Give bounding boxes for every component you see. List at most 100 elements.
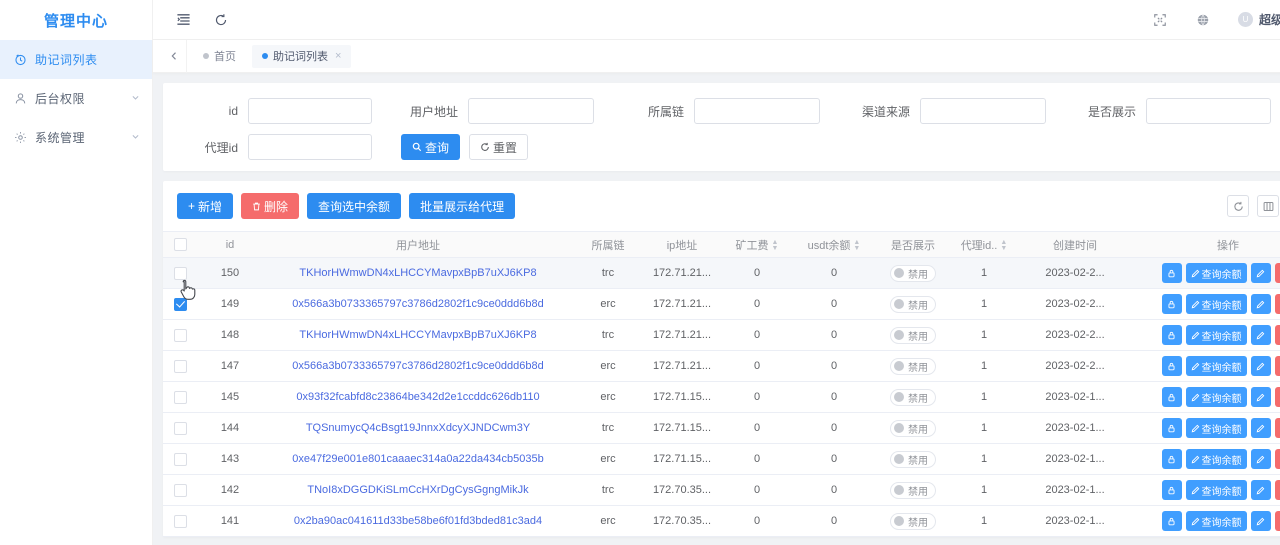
- search-button[interactable]: 查询: [401, 134, 460, 160]
- search-input-agent-id[interactable]: [248, 134, 372, 160]
- user-address-link[interactable]: TNoI8xDGGDKiSLmCcHXrDgCysGgngMikJk: [307, 484, 528, 496]
- search-input-is-show[interactable]: [1146, 98, 1271, 124]
- row-query-balance-button[interactable]: 查询余额: [1186, 263, 1247, 283]
- search-input-channel[interactable]: [920, 98, 1046, 124]
- query-selected-balance-button[interactable]: 查询选中余额: [307, 193, 401, 219]
- row-query-balance-button[interactable]: 查询余额: [1186, 356, 1247, 376]
- sort-arrows-icon[interactable]: ▲▼: [853, 240, 860, 252]
- row-query-balance-button[interactable]: 查询余额: [1186, 294, 1247, 314]
- row-checkbox[interactable]: [174, 298, 187, 311]
- search-input-chain[interactable]: [694, 98, 820, 124]
- search-input-user-address[interactable]: [468, 98, 594, 124]
- row-lock-button[interactable]: [1162, 480, 1182, 500]
- refresh-icon[interactable]: [1227, 195, 1249, 217]
- user-address-link[interactable]: 0x566a3b0733365797c3786d2802f1c9ce0ddd6b…: [292, 298, 543, 310]
- row-edit-button[interactable]: [1251, 449, 1271, 469]
- cell-user-address[interactable]: 0xe47f29e001e801caaaec314a0a22da434cb503…: [263, 444, 573, 475]
- row-edit-button[interactable]: [1251, 511, 1271, 531]
- user-address-link[interactable]: TKHorHWmwDN4xLHCCYMavpxBpB7uXJ6KP8: [299, 267, 536, 279]
- row-lock-button[interactable]: [1162, 387, 1182, 407]
- user-address-link[interactable]: 0x566a3b0733365797c3786d2802f1c9ce0ddd6b…: [292, 360, 543, 372]
- user-address-link[interactable]: 0x93f32fcabfd8c23864be342d2e1ccddc626db1…: [296, 391, 539, 403]
- theme-globe-icon[interactable]: [1195, 12, 1211, 28]
- show-toggle-switch[interactable]: 禁用: [890, 513, 936, 530]
- cell-user-address[interactable]: 0x566a3b0733365797c3786d2802f1c9ce0ddd6b…: [263, 289, 573, 320]
- cell-user-address[interactable]: TKHorHWmwDN4xLHCCYMavpxBpB7uXJ6KP8: [263, 258, 573, 289]
- user-menu[interactable]: U 超级管理员: [1238, 11, 1280, 28]
- row-edit-button[interactable]: [1251, 387, 1271, 407]
- row-query-balance-button[interactable]: 查询余额: [1186, 387, 1247, 407]
- table-row[interactable]: 1470x566a3b0733365797c3786d2802f1c9ce0dd…: [163, 351, 1280, 382]
- column-header-fee[interactable]: 矿工费▲▼: [721, 232, 793, 258]
- chevron-left-icon[interactable]: [161, 40, 187, 73]
- show-toggle-switch[interactable]: 禁用: [890, 265, 936, 282]
- column-header-usdt[interactable]: usdt余额▲▼: [793, 232, 875, 258]
- row-checkbox[interactable]: [174, 422, 187, 435]
- columns-icon[interactable]: [1257, 195, 1279, 217]
- close-icon[interactable]: ×: [335, 50, 341, 62]
- batch-show-to-agent-button[interactable]: 批量展示给代理: [409, 193, 515, 219]
- table-row[interactable]: 1450x93f32fcabfd8c23864be342d2e1ccddc626…: [163, 382, 1280, 413]
- sort-arrows-icon[interactable]: ▲▼: [1000, 240, 1007, 252]
- row-query-balance-button[interactable]: 查询余额: [1186, 449, 1247, 469]
- row-delete-button[interactable]: [1275, 387, 1280, 407]
- show-toggle-switch[interactable]: 禁用: [890, 327, 936, 344]
- column-header-agent[interactable]: 代理id..▲▼: [951, 232, 1017, 258]
- row-delete-button[interactable]: [1275, 449, 1280, 469]
- sort-arrows-icon[interactable]: ▲▼: [772, 240, 779, 252]
- row-lock-button[interactable]: [1162, 511, 1182, 531]
- row-checkbox[interactable]: [174, 391, 187, 404]
- table-row[interactable]: 142TNoI8xDGGDKiSLmCcHXrDgCysGgngMikJktrc…: [163, 475, 1280, 506]
- user-address-link[interactable]: TQSnumycQ4cBsgt19JnnxXdcyXJNDCwm3Y: [306, 422, 530, 434]
- reset-button[interactable]: 重置: [469, 134, 528, 160]
- sidebar-item-system-management[interactable]: 系统管理: [0, 118, 152, 157]
- row-lock-button[interactable]: [1162, 418, 1182, 438]
- row-checkbox[interactable]: [174, 267, 187, 280]
- row-edit-button[interactable]: [1251, 294, 1271, 314]
- row-edit-button[interactable]: [1251, 325, 1271, 345]
- row-checkbox[interactable]: [174, 453, 187, 466]
- menu-fold-icon[interactable]: [175, 12, 191, 28]
- row-lock-button[interactable]: [1162, 294, 1182, 314]
- row-lock-button[interactable]: [1162, 263, 1182, 283]
- sidebar-item-mnemonic-list[interactable]: 助记词列表: [0, 40, 152, 79]
- cell-user-address[interactable]: TKHorHWmwDN4xLHCCYMavpxBpB7uXJ6KP8: [263, 320, 573, 351]
- row-delete-button[interactable]: [1275, 294, 1280, 314]
- fullscreen-icon[interactable]: [1152, 12, 1168, 28]
- row-edit-button[interactable]: [1251, 263, 1271, 283]
- table-row[interactable]: 144TQSnumycQ4cBsgt19JnnxXdcyXJNDCwm3Ytrc…: [163, 413, 1280, 444]
- cell-user-address[interactable]: 0x2ba90ac041611d33be58be6f01fd3bded81c3a…: [263, 506, 573, 537]
- row-query-balance-button[interactable]: 查询余额: [1186, 480, 1247, 500]
- delete-button[interactable]: 删除: [241, 193, 299, 219]
- user-address-link[interactable]: 0x2ba90ac041611d33be58be6f01fd3bded81c3a…: [294, 515, 542, 527]
- table-row[interactable]: 148TKHorHWmwDN4xLHCCYMavpxBpB7uXJ6KP8trc…: [163, 320, 1280, 351]
- select-all-checkbox[interactable]: [174, 238, 187, 251]
- row-delete-button[interactable]: [1275, 418, 1280, 438]
- table-row[interactable]: 150TKHorHWmwDN4xLHCCYMavpxBpB7uXJ6KP8trc…: [163, 258, 1280, 289]
- row-edit-button[interactable]: [1251, 418, 1271, 438]
- show-toggle-switch[interactable]: 禁用: [890, 482, 936, 499]
- row-query-balance-button[interactable]: 查询余额: [1186, 325, 1247, 345]
- row-lock-button[interactable]: [1162, 325, 1182, 345]
- row-checkbox[interactable]: [174, 329, 187, 342]
- tab-home[interactable]: 首页: [193, 45, 246, 68]
- add-button[interactable]: + 新增: [177, 193, 233, 219]
- user-address-link[interactable]: 0xe47f29e001e801caaaec314a0a22da434cb503…: [292, 453, 543, 465]
- row-query-balance-button[interactable]: 查询余额: [1186, 511, 1247, 531]
- cell-user-address[interactable]: 0x93f32fcabfd8c23864be342d2e1ccddc626db1…: [263, 382, 573, 413]
- row-checkbox[interactable]: [174, 515, 187, 528]
- sidebar-item-backend-permissions[interactable]: 后台权限: [0, 79, 152, 118]
- row-edit-button[interactable]: [1251, 356, 1271, 376]
- row-delete-button[interactable]: [1275, 356, 1280, 376]
- row-delete-button[interactable]: [1275, 325, 1280, 345]
- cell-user-address[interactable]: TNoI8xDGGDKiSLmCcHXrDgCysGgngMikJk: [263, 475, 573, 506]
- table-row[interactable]: 1490x566a3b0733365797c3786d2802f1c9ce0dd…: [163, 289, 1280, 320]
- show-toggle-switch[interactable]: 禁用: [890, 420, 936, 437]
- cell-user-address[interactable]: TQSnumycQ4cBsgt19JnnxXdcyXJNDCwm3Y: [263, 413, 573, 444]
- table-row[interactable]: 1410x2ba90ac041611d33be58be6f01fd3bded81…: [163, 506, 1280, 537]
- show-toggle-switch[interactable]: 禁用: [890, 389, 936, 406]
- row-delete-button[interactable]: [1275, 480, 1280, 500]
- row-delete-button[interactable]: [1275, 263, 1280, 283]
- user-address-link[interactable]: TKHorHWmwDN4xLHCCYMavpxBpB7uXJ6KP8: [299, 329, 536, 341]
- table-row[interactable]: 1430xe47f29e001e801caaaec314a0a22da434cb…: [163, 444, 1280, 475]
